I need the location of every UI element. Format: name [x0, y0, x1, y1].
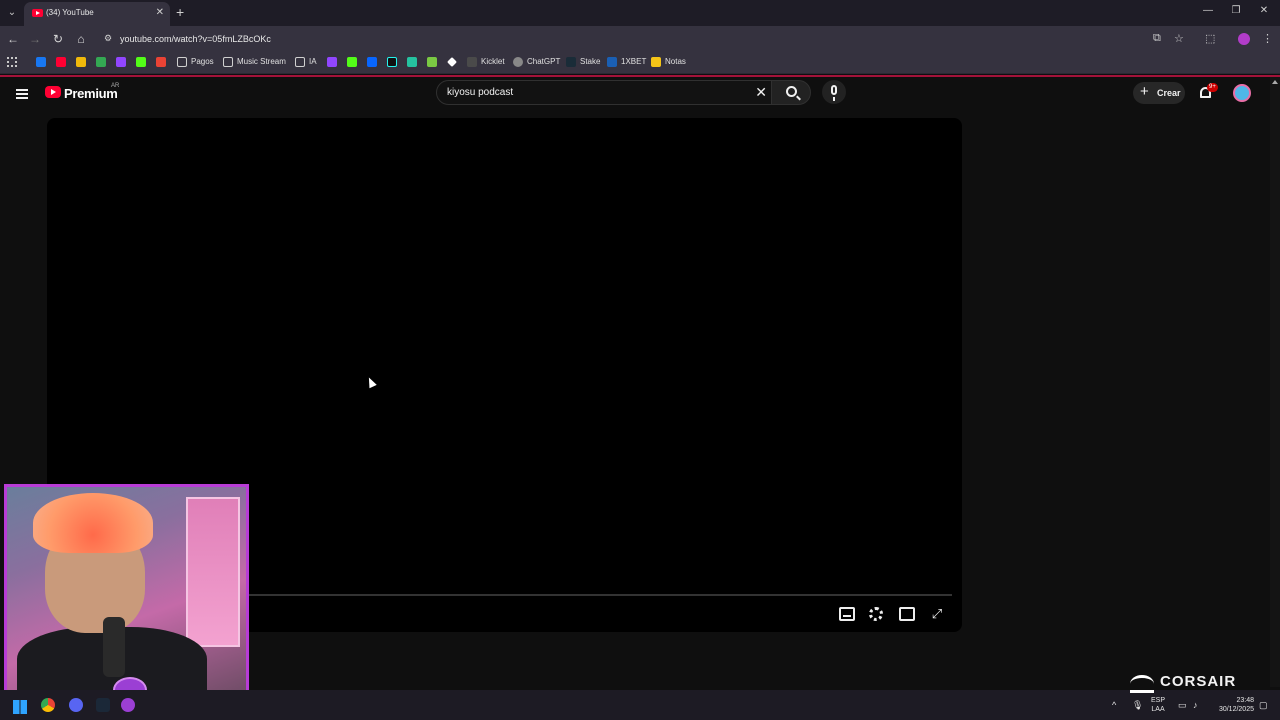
bookmark-star-icon[interactable]: ☆ — [1174, 32, 1184, 45]
bookmark-kick2-icon[interactable] — [347, 57, 361, 69]
hamburger-menu-icon[interactable] — [16, 89, 28, 99]
new-tab-plus-icon[interactable]: + — [176, 4, 184, 20]
site-info-icon[interactable]: ⚙ — [104, 33, 112, 44]
tab-close-icon[interactable]: ✕ — [156, 7, 164, 18]
forward-arrow-icon[interactable]: → — [27, 31, 43, 47]
settings-gear-icon[interactable] — [869, 607, 883, 621]
bookmark-app-icon[interactable] — [407, 57, 421, 69]
browser-toolbar: ← → ↻ ⌂ ⚙ youtube.com/watch?v=05fmLZBcOK… — [0, 26, 1280, 52]
bookmark-kick-icon[interactable] — [136, 57, 150, 69]
theater-mode-icon[interactable] — [899, 607, 915, 621]
folder-icon — [177, 57, 187, 67]
notification-badge: 9+ — [1207, 83, 1218, 92]
bookmark-gmail-icon[interactable] — [156, 57, 170, 69]
input-language[interactable]: ESP LAA — [1151, 696, 1165, 714]
bookmark-twitch2-icon[interactable] — [327, 57, 341, 69]
extensions-icon[interactable]: ⬚ — [1205, 32, 1215, 45]
search-query[interactable]: kiyosu podcast — [447, 87, 513, 98]
bookmark-drive-icon[interactable] — [96, 57, 110, 69]
account-avatar[interactable] — [1233, 84, 1251, 102]
bookmark-notas[interactable]: Notas — [651, 57, 686, 69]
browser-profile-avatar[interactable] — [1238, 33, 1250, 45]
volume-icon[interactable]: ♪ — [1193, 700, 1198, 710]
subtitles-icon[interactable] — [839, 607, 855, 621]
corsair-sails-icon — [1130, 675, 1154, 693]
address-bar[interactable]: youtube.com/watch?v=05fmLZBcOKc — [120, 34, 271, 44]
steam-taskbar-icon[interactable] — [96, 698, 110, 712]
notification-center-icon[interactable]: ▢ — [1259, 700, 1268, 711]
clear-search-icon[interactable]: ✕ — [755, 84, 767, 100]
browser-menu-icon[interactable]: ⋮ — [1262, 32, 1273, 45]
fullscreen-icon[interactable]: ⤢ — [929, 607, 945, 621]
windows-taskbar — [0, 690, 1280, 720]
create-label: Crear — [1157, 88, 1181, 98]
window-close-icon[interactable]: ✕ — [1254, 5, 1274, 16]
bookmark-youtube-icon[interactable] — [56, 57, 70, 69]
bookmark-folder-ia[interactable]: IA — [295, 57, 317, 69]
page-scrollbar[interactable] — [1270, 77, 1280, 687]
browser-tabstrip: ⌄ (34) YouTube ✕ + — ❐ ✕ — [0, 0, 1280, 26]
bookmark-stake[interactable]: Stake — [566, 57, 600, 69]
minimize-icon[interactable]: — — [1198, 5, 1218, 16]
tray-expand-chevron-icon[interactable]: ^ — [1112, 700, 1116, 710]
bookmark-facebook-icon[interactable] — [36, 57, 50, 69]
language-layout: LAA — [1151, 706, 1165, 713]
bookmark-binance-icon[interactable] — [76, 57, 90, 69]
bookmark-tiktok-icon[interactable] — [387, 57, 401, 69]
search-icon — [786, 86, 797, 97]
bookmark-folder-pagos[interactable]: Pagos — [177, 57, 214, 69]
youtube-favicon-icon — [32, 9, 43, 17]
voice-search-button[interactable] — [822, 80, 846, 104]
tab-search-chevron-icon[interactable]: ⌄ — [4, 5, 20, 21]
bookmark-diamond-icon[interactable] — [447, 57, 461, 69]
install-app-icon[interactable]: ⧉ — [1153, 32, 1161, 45]
browser-tab-youtube[interactable]: (34) YouTube ✕ — [24, 2, 170, 26]
folder-icon — [223, 57, 233, 67]
youtube-logo-icon[interactable] — [45, 86, 61, 98]
network-icon[interactable]: ▭ — [1178, 700, 1187, 711]
clock-time: 23:48 — [1236, 697, 1254, 704]
reload-icon[interactable]: ↻ — [50, 31, 66, 47]
bookmark-kicklet[interactable]: Kicklet — [467, 57, 505, 69]
search-input[interactable]: kiyosu podcast ✕ — [436, 80, 772, 105]
bookmark-chatgpt[interactable]: ChatGPT — [513, 57, 560, 69]
country-code: AR — [111, 83, 120, 89]
tab-title: (34) YouTube — [46, 8, 94, 17]
corsair-brand-text: CORSAIR — [1160, 673, 1237, 690]
home-icon[interactable]: ⌂ — [73, 31, 89, 47]
windows-start-icon[interactable] — [13, 700, 27, 714]
plus-icon: + — [1140, 83, 1149, 100]
clock-date: 30/12/2025 — [1218, 706, 1254, 713]
folder-icon — [295, 57, 305, 67]
back-arrow-icon[interactable]: ← — [5, 31, 21, 47]
chrome-taskbar-icon[interactable] — [41, 698, 55, 712]
tray-mic-icon[interactable]: 🎙 — [1132, 700, 1143, 711]
system-clock[interactable]: 23:48 30/12/2025 — [1210, 696, 1254, 714]
bookmark-link-icon[interactable] — [427, 57, 441, 69]
bookmark-meta-icon[interactable] — [367, 57, 381, 69]
bookmark-1xbet[interactable]: 1XBET — [607, 57, 646, 69]
background-shelf — [186, 497, 240, 647]
bookmarks-bar: Pagos Music Stream IA Kicklet ChatGPT St… — [0, 52, 1280, 74]
microphone-icon — [831, 85, 837, 101]
bookmark-twitch-icon[interactable] — [116, 57, 130, 69]
youtube-premium-logo-text[interactable]: Premium — [64, 86, 118, 101]
app-taskbar-icon[interactable] — [121, 698, 135, 712]
search-button[interactable] — [771, 80, 811, 105]
streamer-microphone — [103, 617, 125, 677]
discord-taskbar-icon[interactable] — [69, 698, 83, 712]
language-code: ESP — [1151, 697, 1166, 704]
create-button[interactable]: + Crear — [1133, 82, 1185, 104]
apps-grid-icon[interactable] — [7, 57, 17, 67]
streamer-webcam-overlay — [4, 484, 249, 701]
maximize-icon[interactable]: ❐ — [1226, 5, 1246, 16]
bookmark-folder-music-stream[interactable]: Music Stream — [223, 57, 286, 69]
streamer-hair — [33, 493, 153, 553]
